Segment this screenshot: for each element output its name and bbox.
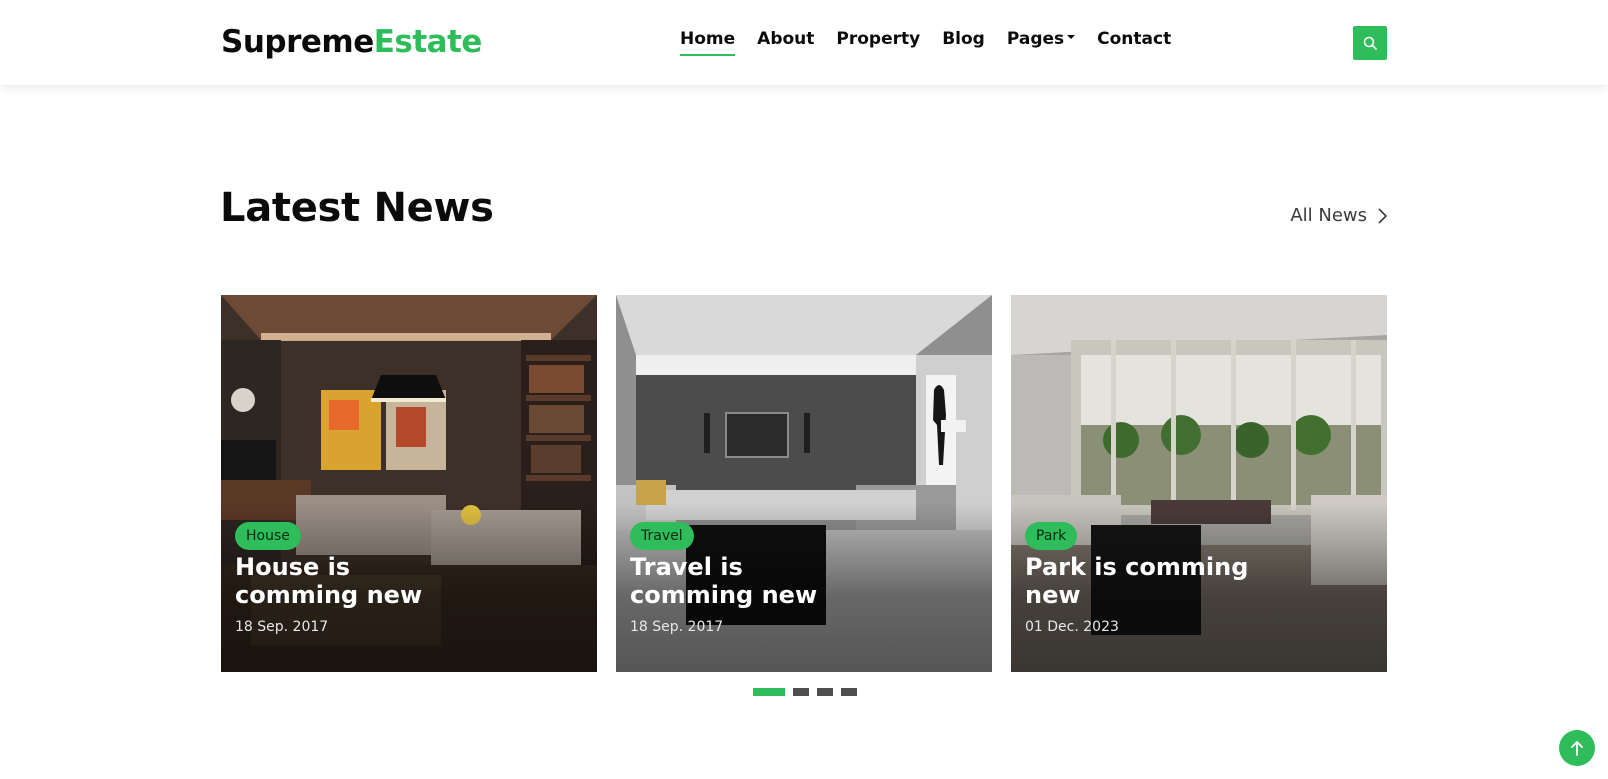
nav-item-about[interactable]: About [757,27,814,51]
chevron-right-icon [1378,208,1387,224]
all-news-link[interactable]: All News [1290,204,1387,228]
category-badge[interactable]: House [235,522,301,550]
pager-dot-3[interactable] [817,688,833,696]
nav-item-pages[interactable]: Pages [1006,27,1076,51]
card-date: 18 Sep. 2017 [630,619,724,635]
pager-dot-2[interactable] [793,688,809,696]
back-to-top-button[interactable] [1559,730,1595,766]
arrow-up-icon [1571,741,1583,756]
logo-part-1: Supreme [221,24,374,60]
nav-item-pages-label: Pages [1006,29,1065,49]
card-title[interactable]: Park is comming new [1025,553,1265,609]
all-news-label: All News [1290,205,1367,226]
card-date: 01 Dec. 2023 [1025,619,1119,635]
logo-part-2: Estate [373,24,483,60]
pager-dot-1[interactable] [753,688,785,696]
category-badge[interactable]: Park [1025,522,1078,550]
section-title: Latest News [220,185,494,231]
nav-item-property[interactable]: Property [836,27,920,51]
card-title[interactable]: Travel is comming new [630,553,870,609]
pager-dot-4[interactable] [841,688,857,696]
nav-item-contact[interactable]: Contact [1097,27,1171,51]
site-header: SupremeEstate Home About Property Blog P… [0,0,1608,85]
card-title[interactable]: House is comming new [235,553,475,609]
nav-item-home[interactable]: Home [680,27,736,56]
news-card[interactable]: House House is comming new 18 Sep. 2017 [221,295,597,672]
news-card[interactable]: Park Park is comming new 01 Dec. 2023 [1011,295,1387,672]
caret-down-icon [1067,35,1076,39]
search-icon [1363,36,1377,50]
search-button[interactable] [1353,26,1387,60]
category-badge[interactable]: Travel [630,522,694,550]
card-date: 18 Sep. 2017 [235,619,329,635]
site-logo[interactable]: SupremeEstate [221,22,482,62]
carousel-pager [753,688,857,696]
news-card[interactable]: Travel Travel is comming new 18 Sep. 201… [616,295,992,672]
main-nav: Home About Property Blog Pages Contact [680,27,1193,56]
nav-item-blog[interactable]: Blog [942,27,985,51]
